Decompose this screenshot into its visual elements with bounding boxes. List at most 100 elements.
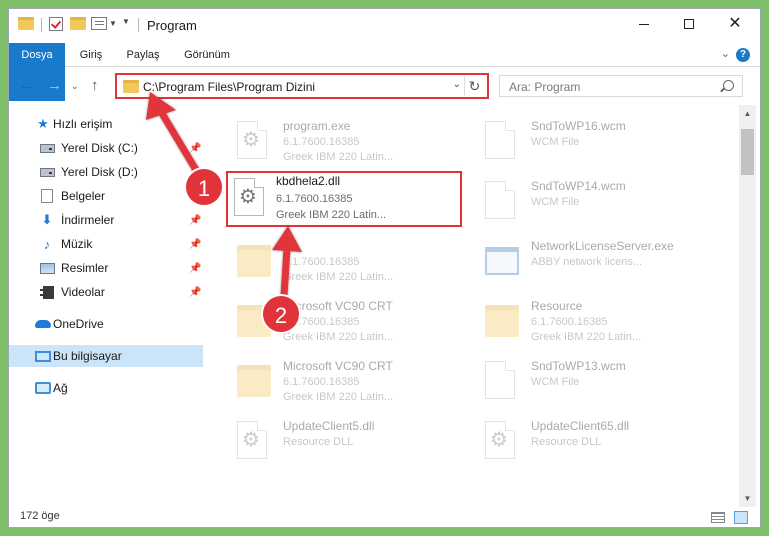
document-icon (485, 361, 519, 403)
file-name: UpdateClient5.dll (283, 419, 375, 433)
back-arrow-icon[interactable]: ← (19, 77, 34, 94)
file-item[interactable]: UpdateClient5.dll Resource DLL (225, 415, 465, 473)
maximize-icon (684, 19, 694, 29)
vertical-scrollbar[interactable]: ▲ ▼ (739, 105, 756, 507)
sidebar-item-local-disk-d[interactable]: Yerel Disk (D:) 📌 (9, 161, 203, 183)
close-button[interactable]: ✕ (712, 9, 758, 39)
file-name: kbdhela2.dll (276, 174, 341, 188)
minimize-icon (639, 23, 649, 25)
quick-access-dropdown-icon[interactable]: ▼ (122, 17, 130, 26)
file-item[interactable]: 6.1.7600.16385 Greek IBM 220 Latin... (225, 235, 465, 293)
folder-icon[interactable] (18, 17, 34, 30)
pin-icon[interactable]: 📌 (189, 263, 201, 274)
file-description: Greek IBM 220 Latin... (283, 151, 394, 163)
tab-view[interactable]: Görünüm (175, 43, 239, 67)
recent-locations-chevron-icon[interactable]: ⌄ (71, 81, 79, 92)
highlighted-file-item[interactable]: kbdhela2.dll 6.1.7600.16385 Greek IBM 22… (226, 171, 462, 227)
file-name: program.exe (283, 119, 351, 133)
sidebar-item-label: Yerel Disk (C:) (61, 141, 138, 155)
file-version: 6.1.7600.16385 (283, 256, 360, 268)
sidebar-item-label: OneDrive (53, 317, 104, 331)
file-name: UpdateClient65.dll (531, 419, 630, 433)
pin-icon[interactable]: 📌 (189, 215, 201, 226)
details-view-icon[interactable] (711, 512, 725, 523)
search-box[interactable]: Ara: Program (499, 75, 743, 97)
new-folder-icon[interactable] (70, 17, 86, 30)
file-item[interactable]: program.exe 6.1.7600.16385 Greek IBM 220… (225, 115, 465, 173)
search-icon[interactable] (723, 80, 734, 91)
file-item[interactable]: SndToWP13.wcm WCM File (473, 355, 713, 413)
navigation-pane: ★ Hızlı erişim Yerel Disk (C:) 📌 Yerel D… (9, 105, 203, 507)
ribbon-tabs: Dosya Giriş Paylaş Görünüm ⌄ ? (9, 43, 760, 101)
sidebar-item-label: Videolar (61, 285, 105, 299)
sidebar-item-downloads[interactable]: ⬇ İndirmeler 📌 (9, 209, 203, 231)
sidebar-item-network[interactable]: Ağ (9, 377, 203, 399)
sidebar-item-pictures[interactable]: Resimler 📌 (9, 257, 203, 279)
address-path[interactable]: C:\Program Files\Program Dizini (143, 80, 315, 94)
dll-gear-icon (234, 178, 268, 220)
forward-arrow-icon[interactable]: → (47, 77, 62, 94)
pin-icon[interactable]: 📌 (189, 143, 201, 154)
toolbar-separator (138, 18, 139, 32)
quick-access-customize-icon[interactable]: ▼ (91, 17, 117, 30)
file-item[interactable]: SndToWP16.wcm WCM File (473, 115, 713, 173)
file-item[interactable]: Resource 6.1.7600.16385 Greek IBM 220 La… (473, 295, 713, 353)
dll-gear-icon (237, 421, 271, 463)
file-name: Resource (531, 299, 583, 313)
sidebar-item-quick-access[interactable]: ★ Hızlı erişim (9, 113, 203, 135)
file-item[interactable]: SndToWP14.wcm WCM File (473, 175, 713, 233)
sidebar-item-onedrive[interactable]: OneDrive (9, 313, 203, 335)
pin-icon[interactable]: 📌 (189, 287, 201, 298)
file-description: Resource DLL (283, 436, 354, 448)
file-item[interactable]: NetworkLicenseServer.exe ABBY network li… (473, 235, 713, 293)
documents-icon (39, 189, 55, 203)
scroll-up-arrow-icon[interactable]: ▲ (739, 105, 756, 122)
sidebar-item-documents[interactable]: Belgeler 📌 (9, 185, 203, 207)
address-bar[interactable]: C:\Program Files\Program Dizini ⌄ ↻ (115, 73, 489, 99)
tab-share[interactable]: Paylaş (117, 43, 169, 67)
step-2-badge: 2 (261, 294, 301, 334)
help-icon[interactable]: ? (736, 48, 750, 62)
scroll-down-arrow-icon[interactable]: ▼ (739, 490, 756, 507)
large-icons-view-icon[interactable] (734, 511, 748, 524)
tab-home[interactable]: Giriş (69, 43, 113, 67)
star-icon: ★ (37, 116, 49, 131)
file-item[interactable]: Microsoft VC90 CRT 6.1.7600.16385 Greek … (225, 355, 465, 413)
dll-gear-icon (485, 421, 519, 463)
search-input[interactable]: Ara: Program (509, 80, 580, 94)
sidebar-item-this-pc[interactable]: Bu bilgisayar (9, 345, 203, 367)
onedrive-icon (35, 317, 51, 331)
sidebar-item-videos[interactable]: Videolar 📌 (9, 281, 203, 303)
scrollbar-thumb[interactable] (741, 129, 754, 175)
expand-ribbon-chevron-icon[interactable]: ⌄ (721, 47, 730, 60)
document-icon (485, 121, 519, 163)
file-name: SndToWP16.wcm (531, 119, 626, 133)
folder-icon (485, 301, 519, 343)
file-description: ABBY network licens... (531, 256, 643, 268)
file-description: Greek IBM 220 Latin... (283, 391, 394, 403)
refresh-icon[interactable]: ↻ (464, 76, 484, 96)
file-item[interactable]: UpdateClient65.dll Resource DLL (473, 415, 713, 473)
properties-check-icon[interactable] (49, 17, 63, 31)
exe-gear-icon (237, 121, 271, 163)
sidebar-item-music[interactable]: ♪ Müzik 📌 (9, 233, 203, 255)
exe-icon (485, 241, 519, 283)
sidebar-item-label: Belgeler (61, 189, 106, 203)
drive-icon (39, 165, 55, 179)
sidebar-item-label: Ağ (53, 381, 68, 395)
address-dropdown-chevron-icon[interactable]: ⌄ (453, 79, 461, 90)
file-item[interactable]: Microsoft VC90 CRT 6.1.7600.16385 Greek … (225, 295, 465, 353)
file-description: Greek IBM 220 Latin... (531, 331, 642, 343)
file-name: SndToWP13.wcm (531, 359, 626, 373)
maximize-button[interactable] (666, 9, 712, 39)
pin-icon[interactable]: 📌 (189, 239, 201, 250)
file-type: WCM File (531, 376, 580, 388)
toolbar-separator (41, 18, 42, 32)
sidebar-item-label: Resimler (61, 261, 109, 275)
up-arrow-icon[interactable]: ↑ (91, 77, 99, 94)
music-icon: ♪ (43, 236, 51, 252)
minimize-button[interactable] (621, 9, 667, 39)
sidebar-item-local-disk-c[interactable]: Yerel Disk (C:) 📌 (9, 137, 203, 159)
sidebar-item-label: Yerel Disk (D:) (61, 165, 138, 179)
file-description: Resource DLL (531, 436, 602, 448)
